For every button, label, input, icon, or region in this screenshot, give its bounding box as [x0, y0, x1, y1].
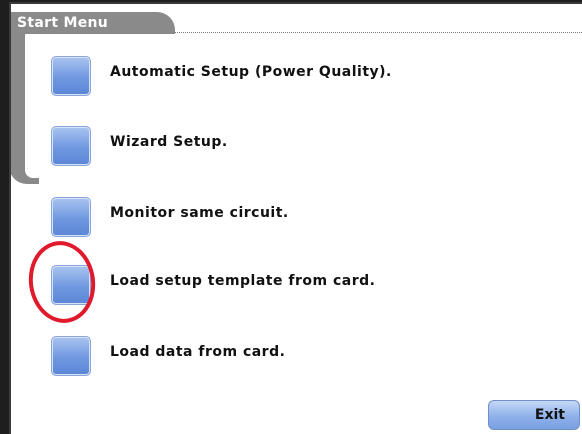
menu-item-load-data[interactable]: Load data from card. — [51, 336, 562, 376]
menu-item-label: Automatic Setup (Power Quality). — [110, 64, 392, 80]
exit-button[interactable]: Exit — [488, 400, 580, 430]
menu-item-wizard-setup[interactable]: Wizard Setup. — [51, 126, 562, 166]
menu-item-automatic-setup[interactable]: Automatic Setup (Power Quality). — [51, 56, 562, 96]
menu-item-label: Monitor same circuit. — [110, 205, 289, 221]
start-menu-screen: Start Menu Automatic Setup (Power Qualit… — [9, 2, 582, 434]
title-divider — [175, 32, 582, 33]
menu-item-label: Load data from card. — [110, 344, 286, 360]
menu-item-monitor-same-circuit[interactable]: Monitor same circuit. — [51, 197, 562, 237]
automatic-setup-button[interactable] — [51, 56, 91, 96]
menu-item-label: Wizard Setup. — [110, 134, 228, 150]
load-setup-template-button[interactable] — [51, 265, 91, 305]
load-data-button[interactable] — [51, 336, 91, 376]
wizard-setup-button[interactable] — [51, 126, 91, 166]
menu-item-load-setup-template[interactable]: Load setup template from card. — [51, 265, 562, 305]
menu-item-label: Load setup template from card. — [110, 273, 376, 289]
monitor-same-circuit-button[interactable] — [51, 197, 91, 237]
window-title: Start Menu — [11, 12, 175, 34]
